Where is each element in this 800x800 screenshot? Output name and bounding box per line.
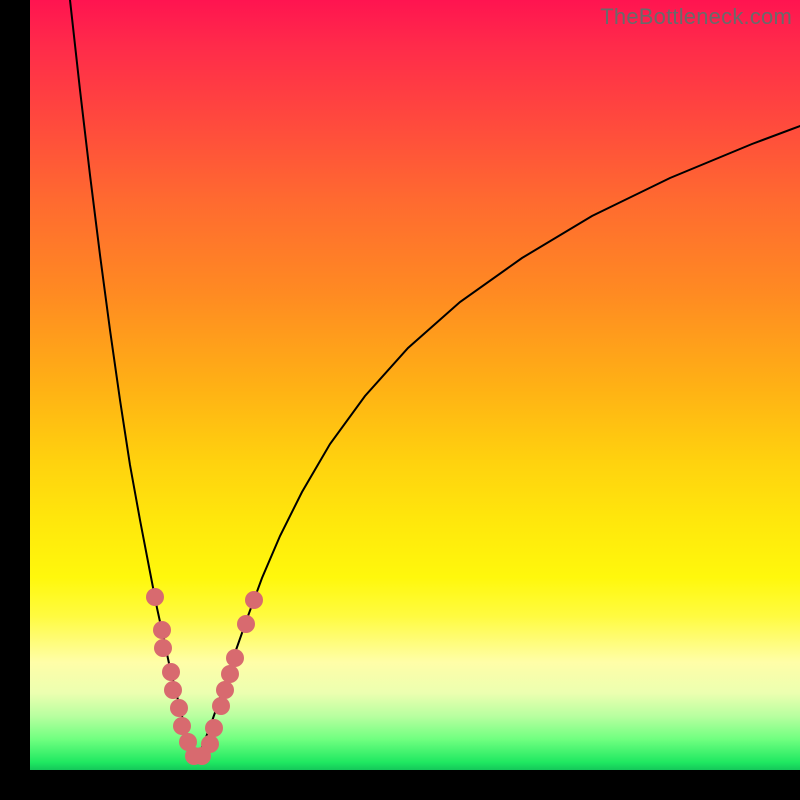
curve-layer xyxy=(30,0,800,770)
plot-area xyxy=(30,0,800,770)
marker-dot xyxy=(162,663,180,681)
marker-dot xyxy=(153,621,171,639)
marker-dot xyxy=(154,639,172,657)
curve-left-branch xyxy=(70,0,196,760)
marker-dot xyxy=(245,591,263,609)
marker-dot xyxy=(237,615,255,633)
marker-dot xyxy=(201,735,219,753)
marker-dot xyxy=(221,665,239,683)
marker-dot xyxy=(164,681,182,699)
curve-right-branch xyxy=(196,126,800,760)
marker-dot xyxy=(146,588,164,606)
marker-dot xyxy=(226,649,244,667)
marker-group xyxy=(146,588,263,765)
marker-dot xyxy=(205,719,223,737)
curve-group xyxy=(70,0,800,760)
marker-dot xyxy=(170,699,188,717)
chart-stage: TheBottleneck.com xyxy=(0,0,800,800)
marker-dot xyxy=(212,697,230,715)
marker-dot xyxy=(216,681,234,699)
marker-dot xyxy=(173,717,191,735)
